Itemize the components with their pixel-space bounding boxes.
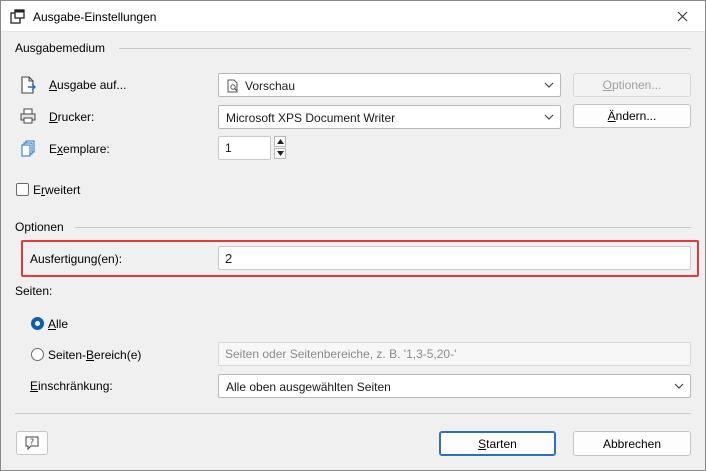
seiten-bereich-input[interactable]: Seiten oder Seitenbereiche, z. B. '1,3-5… [218, 342, 691, 366]
optionen-button[interactable]: Optionen... [573, 73, 691, 97]
close-icon [677, 11, 687, 22]
ausgabe-combobox[interactable]: Vorschau [218, 73, 561, 97]
starten-button[interactable]: Starten [439, 431, 556, 456]
ausfertigung-input[interactable]: 2 [218, 246, 691, 270]
app-windows-icon [10, 9, 25, 24]
drucker-value: Microsoft XPS Document Writer [226, 111, 396, 125]
footer-divider [15, 413, 691, 414]
help-icon: ? [25, 436, 39, 451]
ausfertigung-label: Ausfertigung(en): [30, 252, 123, 266]
exemplare-label: Exemplare: [49, 142, 110, 156]
seiten-bereich-label: Seiten-Bereich(e) [48, 348, 142, 362]
chevron-down-icon [674, 383, 684, 389]
starten-button-label: Starten [478, 436, 517, 451]
printer-icon [20, 108, 36, 124]
exemplare-value: 1 [225, 141, 232, 155]
svg-text:?: ? [30, 438, 34, 447]
window-title: Ausgabe-Einstellungen [33, 10, 157, 24]
aendern-button-label: Ändern... [607, 109, 657, 123]
drucker-label: Drucker: [49, 110, 95, 124]
group-heading-ausgabemedium: Ausgabemedium [15, 41, 106, 55]
erweitert-label: Erweitert [33, 183, 81, 197]
ausfertigung-value: 2 [225, 250, 233, 266]
einschraenkung-value: Alle oben ausgewählten Seiten [226, 380, 391, 394]
group-divider [75, 227, 691, 228]
group-heading-optionen: Optionen [15, 220, 64, 234]
title-bar: Ausgabe-Einstellungen [1, 1, 705, 32]
group-divider [119, 48, 691, 49]
aendern-button[interactable]: Ändern... [573, 104, 691, 128]
ausgabe-value: Vorschau [245, 79, 296, 93]
alle-radio[interactable] [31, 317, 44, 330]
help-button[interactable]: ? [16, 431, 48, 455]
ausgabe-label: Ausgabe auf... [49, 78, 127, 92]
close-button[interactable] [659, 1, 705, 32]
exemplare-input[interactable]: 1 [218, 136, 271, 160]
chevron-down-icon [544, 82, 554, 88]
einschraenkung-label: Einschränkung: [30, 379, 113, 393]
alle-label: Alle [48, 317, 69, 331]
spin-up-icon [276, 139, 284, 144]
erweitert-checkbox[interactable] [16, 183, 29, 196]
chevron-down-icon [544, 114, 554, 120]
abbrechen-button-label: Abbrechen [602, 436, 662, 451]
exemplare-spin-up[interactable] [274, 136, 286, 147]
seiten-bereich-radio[interactable] [31, 348, 44, 361]
seiten-bereich-placeholder: Seiten oder Seitenbereiche, z. B. '1,3-5… [225, 347, 457, 361]
seiten-heading: Seiten: [15, 284, 53, 298]
optionen-button-label: Optionen... [602, 78, 662, 92]
dialog-window: Ausgabe-Einstellungen Ausgabemedium Ausg… [0, 0, 706, 471]
abbrechen-button[interactable]: Abbrechen [573, 431, 691, 456]
einschraenkung-combobox[interactable]: Alle oben ausgewählten Seiten [218, 374, 691, 398]
drucker-combobox[interactable]: Microsoft XPS Document Writer [218, 105, 561, 129]
output-document-icon [21, 76, 36, 94]
exemplare-spin-down[interactable] [274, 148, 286, 159]
preview-icon [227, 79, 238, 93]
copies-icon [21, 140, 35, 157]
spin-down-icon [276, 151, 284, 156]
